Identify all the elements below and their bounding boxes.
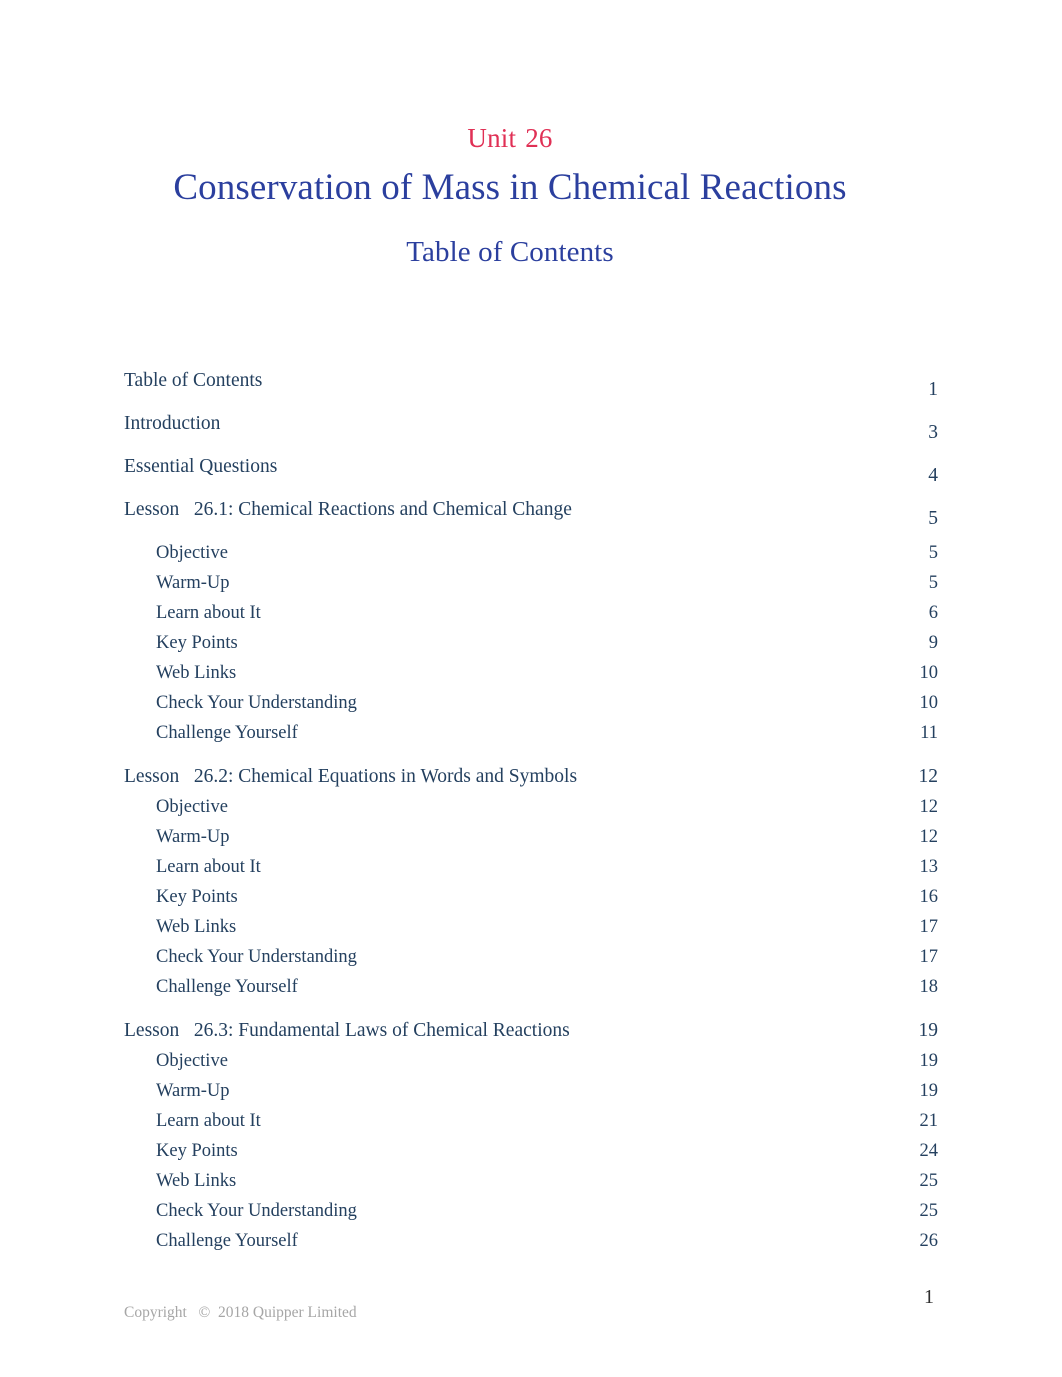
toc-entry-label: Web Links <box>156 663 237 683</box>
toc-entry[interactable]: Key Points 16 <box>124 884 938 914</box>
toc-entry[interactable]: Web Links 17 <box>124 914 938 944</box>
toc-entry-label: Lesson 26.3: Fundamental Laws of Chemica… <box>124 1020 570 1041</box>
toc-entry[interactable]: Check Your Understanding 10 <box>124 690 938 720</box>
toc-entry-page-number: 25 <box>919 1171 939 1191</box>
toc-entry-page-number: 12 <box>919 827 939 847</box>
toc-entry-label: Learn about It <box>156 603 261 623</box>
toc-entry[interactable]: Warm-Up 5 <box>124 570 938 600</box>
toc-entry-page-number: 17 <box>919 947 939 967</box>
toc-entry-page-number: 13 <box>919 857 939 877</box>
toc-entry-page-number: 12 <box>919 797 939 817</box>
toc-entry-label: Key Points <box>156 887 238 907</box>
toc-entry-label: Check Your Understanding <box>156 1201 357 1221</box>
toc-entry[interactable]: Objective 19 <box>124 1048 938 1078</box>
title-block: Unit 26 Conservation of Mass in Chemical … <box>124 118 896 273</box>
toc-entry[interactable]: Key Points 24 <box>124 1138 938 1168</box>
toc-entry[interactable]: Lesson 26.1: Chemical Reactions and Chem… <box>124 497 938 540</box>
toc-entry-page-number: 16 <box>919 887 939 907</box>
toc-entry-page-number: 21 <box>919 1111 939 1131</box>
toc-entry[interactable]: Introduction 3 <box>124 411 938 454</box>
toc-entry[interactable]: Key Points 9 <box>124 630 938 660</box>
toc-entry-page-number: 3 <box>928 422 938 443</box>
toc-entry-page-number: 17 <box>919 917 939 937</box>
toc-entry-page-number: 19 <box>919 1051 939 1071</box>
toc-entry-label: Key Points <box>156 1141 238 1161</box>
toc-entry-label: Learn about It <box>156 1111 261 1131</box>
toc-entry-page-number: 19 <box>919 1081 939 1101</box>
toc-entry[interactable]: Warm-Up 19 <box>124 1078 938 1108</box>
toc-entry-label: Warm-Up <box>156 1081 230 1101</box>
toc-entry-label: Essential Questions <box>124 456 278 477</box>
toc-entry[interactable]: Learn about It 6 <box>124 600 938 630</box>
toc-entry-label: Warm-Up <box>156 573 230 593</box>
toc-entry[interactable]: Objective 12 <box>124 794 938 824</box>
toc-entry-page-number: 5 <box>928 543 938 563</box>
document-title: Conservation of Mass in Chemical Reactio… <box>173 167 847 208</box>
toc-entry-label: Introduction <box>124 413 221 434</box>
toc-entry[interactable]: Challenge Yourself 26 <box>124 1228 938 1258</box>
toc-entry-page-number: 5 <box>928 508 938 529</box>
toc-entry-label: Lesson 26.2: Chemical Equations in Words… <box>124 766 578 787</box>
toc-entry-page-number: 19 <box>918 1020 939 1041</box>
toc-entry-label: Lesson 26.1: Chemical Reactions and Chem… <box>124 499 572 520</box>
toc-entry[interactable]: Challenge Yourself 18 <box>124 974 938 1004</box>
table-of-contents-heading: Table of Contents <box>406 236 614 268</box>
toc-entry-label: Web Links <box>156 1171 237 1191</box>
toc-entry-page-number: 26 <box>919 1231 939 1251</box>
page-footer: Copyright © 2018 Quipper Limited 1 <box>124 1286 938 1332</box>
toc-entry-label: Key Points <box>156 633 238 653</box>
toc-entry-label: Objective <box>156 1051 228 1071</box>
toc-entry[interactable]: Lesson 26.3: Fundamental Laws of Chemica… <box>124 1018 938 1048</box>
toc-entry-page-number: 4 <box>928 465 938 486</box>
toc-entry[interactable]: Learn about It 21 <box>124 1108 938 1138</box>
toc-entry-label: Objective <box>156 543 228 563</box>
toc-entry-page-number: 24 <box>919 1141 939 1161</box>
toc-entry-label: Objective <box>156 797 228 817</box>
toc-entry-label: Warm-Up <box>156 827 230 847</box>
unit-number: 26 <box>525 123 553 153</box>
toc-entry[interactable]: Objective 5 <box>124 540 938 570</box>
toc-entry[interactable]: Lesson 26.2: Chemical Equations in Words… <box>124 764 938 794</box>
footer-page-number: 1 <box>924 1286 934 1308</box>
toc-entry-page-number: 18 <box>919 977 939 997</box>
toc-entry-page-number: 25 <box>919 1201 939 1221</box>
copyright-notice: Copyright © 2018 Quipper Limited <box>124 1304 357 1321</box>
document-page: Unit 26 Conservation of Mass in Chemical … <box>0 0 1062 1377</box>
toc-entry[interactable]: Check Your Understanding 17 <box>124 944 938 974</box>
toc-entry[interactable]: Essential Questions 4 <box>124 454 938 497</box>
toc-entry-page-number: 1 <box>928 379 938 400</box>
toc-entry-page-number: 12 <box>918 766 939 787</box>
toc-entry-label: Challenge Yourself <box>156 1231 298 1251</box>
toc-entry-label: Check Your Understanding <box>156 693 357 713</box>
toc-entry-label: Web Links <box>156 917 237 937</box>
toc-entry-label: Check Your Understanding <box>156 947 357 967</box>
toc-entry-page-number: 11 <box>920 723 938 743</box>
toc-entry[interactable]: Web Links 10 <box>124 660 938 690</box>
toc-entry-page-number: 10 <box>919 663 939 683</box>
toc-entry-label: Table of Contents <box>124 370 263 391</box>
toc-entry[interactable]: Table of Contents 1 <box>124 368 938 411</box>
toc-entry[interactable]: Web Links 25 <box>124 1168 938 1198</box>
toc-entry[interactable]: Check Your Understanding 25 <box>124 1198 938 1228</box>
unit-line: Unit 26 <box>124 118 896 158</box>
toc-entry[interactable]: Learn about It 13 <box>124 854 938 884</box>
unit-label: Unit <box>467 123 517 153</box>
toc-entry-label: Challenge Yourself <box>156 723 298 743</box>
toc-entry[interactable]: Warm-Up 12 <box>124 824 938 854</box>
toc-entry-page-number: 9 <box>928 633 938 653</box>
toc-entry[interactable]: Challenge Yourself 11 <box>124 720 938 750</box>
toc-entry-page-number: 6 <box>928 603 938 623</box>
toc-entry-page-number: 5 <box>928 573 938 593</box>
toc-entry-label: Learn about It <box>156 857 261 877</box>
toc-entry-label: Challenge Yourself <box>156 977 298 997</box>
table-of-contents-list: Table of Contents 1 Introduction 3 Essential… <box>124 368 938 1258</box>
toc-entry-page-number: 10 <box>919 693 939 713</box>
